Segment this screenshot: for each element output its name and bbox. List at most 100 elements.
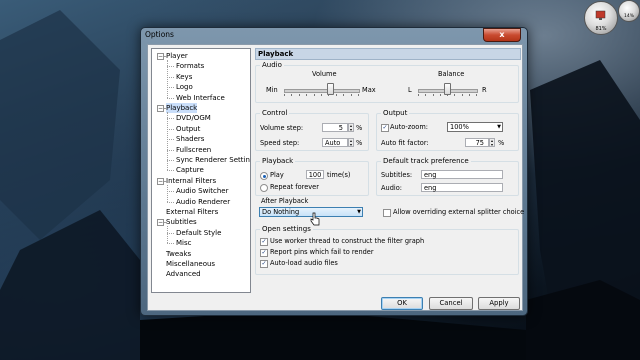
tree-item[interactable]: Output [176, 124, 200, 134]
repeat-forever-label: Repeat forever [270, 183, 319, 191]
allow-override-checkbox[interactable] [383, 209, 391, 217]
tree-connector [164, 222, 166, 224]
volume-min-label: Min [266, 86, 278, 94]
cancel-button[interactable]: Cancel [429, 297, 473, 310]
output-group: Output ✓ Auto-zoom: 100% ▼ Auto fit fact… [376, 109, 519, 151]
balance-tick [439, 94, 441, 96]
autoload-audio-label: Auto-load audio files [270, 259, 338, 267]
tree-connector [167, 66, 174, 68]
tree-connector [167, 87, 174, 89]
audio-group-label: Audio [260, 61, 284, 69]
balance-label: Balance [438, 70, 465, 78]
balance-tick [461, 94, 463, 96]
tree-expander-icon[interactable]: − [157, 105, 164, 112]
tree-item[interactable]: Logo [176, 82, 193, 92]
volume-step-input[interactable]: 5 [322, 123, 348, 132]
tree-item[interactable]: Capture [176, 165, 204, 175]
tree-connector [167, 170, 174, 172]
auto-zoom-value: 100% [450, 123, 469, 131]
close-icon: x [499, 30, 505, 39]
options-window: Options x Player − Formats Keys Logo Web Inte… [140, 27, 528, 316]
volume-step-spinner[interactable]: ▴ ▾ [348, 123, 354, 132]
system-meter-gadget: 81% 14% [540, 0, 640, 36]
volume-tick [358, 94, 359, 96]
control-group-label: Control [260, 109, 290, 117]
tree-expander-icon[interactable]: − [157, 219, 164, 227]
tree-connector [164, 108, 166, 109]
tree-item[interactable]: Fullscreen [176, 145, 211, 155]
tree-item[interactable]: Audio Renderer [176, 197, 230, 207]
volume-max-label: Max [362, 86, 376, 94]
auto-fit-unit: % [498, 139, 505, 147]
volume-slider-thumb[interactable] [326, 83, 334, 95]
chevron-down-icon: ▼ [497, 124, 501, 130]
tree-connector [167, 201, 174, 203]
tree-item[interactable]: Misc [176, 238, 191, 248]
open-settings-group-label: Open settings [260, 225, 313, 233]
tree-expander-icon[interactable]: − [157, 53, 164, 60]
cpu-meter: 81% [584, 1, 618, 35]
balance-tick [418, 94, 419, 96]
allow-override-label: Allow overriding external splitter choic… [393, 208, 525, 216]
tree-item[interactable]: DVD/OGM [176, 113, 211, 123]
tree-item[interactable]: Formats [176, 61, 204, 71]
ok-button[interactable]: OK [381, 297, 423, 310]
worker-thread-checkbox[interactable]: ✓ [260, 238, 268, 246]
tree-connector [167, 226, 168, 244]
tree-item[interactable]: Audio Switcher [176, 186, 228, 196]
audio-group: Audio Volume Min Max Balance L R [255, 61, 519, 103]
auto-zoom-select[interactable]: 100% ▼ [447, 122, 503, 132]
auto-zoom-checkbox[interactable]: ✓ [381, 124, 389, 132]
play-times-input[interactable]: 100 [306, 170, 324, 179]
tree-item[interactable]: External Filters [166, 207, 218, 217]
volume-tick [313, 94, 315, 96]
tree-connector [164, 180, 166, 182]
close-button[interactable]: x [483, 28, 521, 42]
tree-item[interactable]: Miscellaneous [166, 259, 215, 269]
tree-item[interactable]: Subtitles [166, 217, 197, 227]
tree-item[interactable]: Advanced [166, 269, 201, 279]
tree-connector [167, 97, 174, 99]
play-radio[interactable] [260, 172, 268, 180]
tree-item[interactable]: Internal Filters [166, 176, 216, 186]
report-pins-checkbox[interactable]: ✓ [260, 249, 268, 257]
autoload-audio-checkbox[interactable]: ✓ [260, 260, 268, 268]
tree-item[interactable]: Default Style [176, 228, 221, 238]
tree-connector [167, 232, 174, 234]
tree-connector [167, 184, 168, 202]
balance-slider-thumb[interactable] [444, 83, 451, 95]
tree-connector [167, 76, 174, 78]
volume-step-unit: % [356, 124, 363, 132]
tree-item[interactable]: Web Interface [176, 93, 225, 103]
volume-tick [335, 94, 337, 96]
tree-item[interactable]: Keys [176, 72, 192, 82]
balance-tick [454, 94, 456, 96]
tree-item[interactable]: Playback [166, 103, 198, 113]
repeat-forever-radio[interactable] [260, 184, 268, 192]
tree-item[interactable]: Sync Renderer Settings [176, 155, 250, 165]
auto-fit-input[interactable]: 75 [465, 138, 489, 147]
tree-connector [167, 191, 174, 193]
apply-button[interactable]: Apply [478, 297, 520, 310]
tree-expander-icon[interactable]: − [157, 177, 164, 185]
memory-percent: 14% [623, 14, 634, 19]
category-tree[interactable]: Player − Formats Keys Logo Web Interface Playb… [151, 48, 251, 293]
volume-tick [350, 94, 352, 96]
tree-item[interactable]: Player [166, 51, 188, 61]
tree-connector [167, 128, 174, 130]
audio-pref-input[interactable]: eng [421, 183, 503, 192]
speed-step-spinner[interactable]: ▴ ▾ [348, 138, 354, 147]
balance-left-label: L [408, 86, 412, 94]
tree-item[interactable]: Tweaks [166, 249, 191, 259]
volume-tick [343, 94, 345, 96]
window-title: Options [145, 30, 174, 39]
control-group: Control Volume step: 5 ▴ ▾ % Speed step: … [255, 109, 369, 151]
speed-step-input[interactable]: Auto [322, 138, 348, 147]
speed-step-unit: % [356, 139, 363, 147]
tree-item[interactable]: Shaders [176, 134, 204, 144]
subtitles-pref-input[interactable]: eng [421, 170, 503, 179]
tree-connector [167, 149, 174, 151]
tree-connector [167, 160, 174, 161]
volume-tick [321, 94, 322, 96]
auto-fit-spinner[interactable]: ▴ ▾ [489, 138, 495, 147]
